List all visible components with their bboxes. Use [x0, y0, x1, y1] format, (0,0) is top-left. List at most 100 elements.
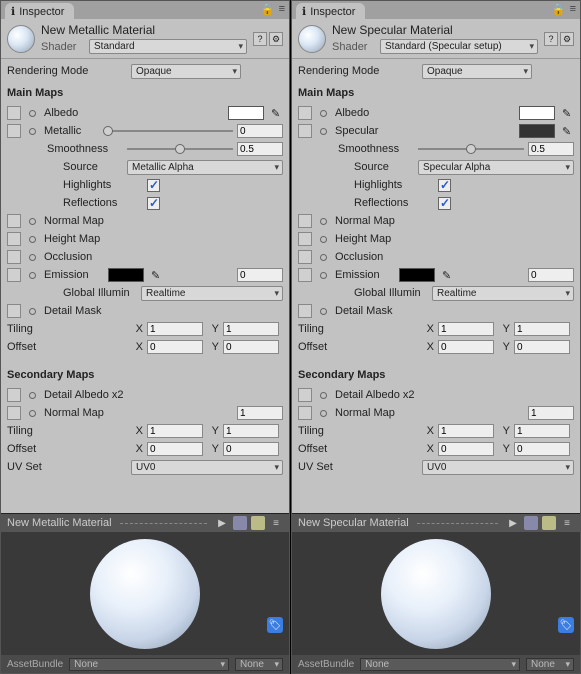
preview-viewport[interactable]: 🏷: [1, 532, 289, 655]
gi-dropdown[interactable]: Realtime: [141, 286, 283, 301]
height-picker-icon[interactable]: [320, 236, 327, 243]
eyedropper-icon[interactable]: ✎: [562, 107, 574, 119]
detailmask-texture-slot[interactable]: [7, 304, 21, 318]
detailmask-picker-icon[interactable]: [320, 308, 327, 315]
sec-tiling-x-field[interactable]: [147, 424, 203, 438]
reflections-checkbox[interactable]: [147, 197, 160, 210]
offset-x-field[interactable]: [438, 340, 494, 354]
height-texture-slot[interactable]: [298, 232, 312, 246]
offset-y-field[interactable]: [223, 340, 279, 354]
sec-tiling-y-field[interactable]: [514, 424, 570, 438]
highlights-checkbox[interactable]: [438, 179, 451, 192]
eyedropper-icon[interactable]: ✎: [151, 269, 163, 281]
emission-color-swatch[interactable]: [108, 268, 144, 282]
settings-gear-icon[interactable]: ⚙: [560, 32, 574, 46]
metallic-slider[interactable]: [108, 124, 233, 138]
tiling-x-field[interactable]: [147, 322, 203, 336]
height-texture-slot[interactable]: [7, 232, 21, 246]
help-button[interactable]: ?: [544, 32, 558, 46]
detail-albedo-texture-slot[interactable]: [7, 388, 21, 402]
source-dropdown[interactable]: Metallic Alpha: [127, 160, 283, 175]
albedo-texture-slot[interactable]: [298, 106, 312, 120]
albedo-picker-icon[interactable]: [29, 110, 36, 117]
metallic-picker-icon[interactable]: [29, 128, 36, 135]
help-button[interactable]: ?: [253, 32, 267, 46]
offset-y-field[interactable]: [514, 340, 570, 354]
emission-texture-slot[interactable]: [298, 268, 312, 282]
eyedropper-icon[interactable]: ✎: [271, 107, 283, 119]
height-picker-icon[interactable]: [29, 236, 36, 243]
inspector-tab[interactable]: ℹ Inspector: [296, 3, 365, 19]
context-menu-icon[interactable]: ≡: [570, 3, 576, 16]
tiling-y-field[interactable]: [223, 322, 279, 336]
gi-dropdown[interactable]: Realtime: [432, 286, 574, 301]
occlusion-texture-slot[interactable]: [298, 250, 312, 264]
eyedropper-icon[interactable]: ✎: [562, 125, 574, 137]
preview-menu-icon[interactable]: ≡: [269, 516, 283, 530]
sec-normal-picker-icon[interactable]: [29, 410, 36, 417]
detailmask-texture-slot[interactable]: [298, 304, 312, 318]
source-dropdown[interactable]: Specular Alpha: [418, 160, 574, 175]
albedo-color-swatch[interactable]: [519, 106, 555, 120]
smoothness-value-field[interactable]: [237, 142, 283, 156]
settings-gear-icon[interactable]: ⚙: [269, 32, 283, 46]
play-icon[interactable]: ▶: [215, 516, 229, 530]
assetbundle-dropdown[interactable]: None: [360, 658, 520, 671]
light-icon[interactable]: [542, 516, 556, 530]
context-menu-icon[interactable]: ≡: [279, 3, 285, 16]
offset-x-field[interactable]: [147, 340, 203, 354]
metallic-texture-slot[interactable]: [7, 124, 21, 138]
sec-offset-y-field[interactable]: [514, 442, 570, 456]
smoothness-slider[interactable]: [418, 142, 524, 156]
detail-albedo-picker-icon[interactable]: [320, 392, 327, 399]
assetbundle-variant-dropdown[interactable]: None: [235, 658, 283, 671]
sec-offset-x-field[interactable]: [147, 442, 203, 456]
material-name[interactable]: New Metallic Material: [41, 23, 247, 37]
sec-normal-picker-icon[interactable]: [320, 410, 327, 417]
eyedropper-icon[interactable]: ✎: [442, 269, 454, 281]
lock-icon[interactable]: 🔒: [552, 3, 566, 16]
detail-albedo-texture-slot[interactable]: [298, 388, 312, 402]
sec-offset-y-field[interactable]: [223, 442, 279, 456]
tiling-x-field[interactable]: [438, 322, 494, 336]
sec-tiling-x-field[interactable]: [438, 424, 494, 438]
sec-offset-x-field[interactable]: [438, 442, 494, 456]
inspector-tab[interactable]: ℹ Inspector: [5, 3, 74, 19]
emission-picker-icon[interactable]: [29, 272, 36, 279]
normal-picker-icon[interactable]: [29, 218, 36, 225]
albedo-texture-slot[interactable]: [7, 106, 21, 120]
reflections-checkbox[interactable]: [438, 197, 451, 210]
emission-picker-icon[interactable]: [320, 272, 327, 279]
sec-normal-value-field[interactable]: [237, 406, 283, 420]
occlusion-texture-slot[interactable]: [7, 250, 21, 264]
sec-normal-value-field[interactable]: [528, 406, 574, 420]
normal-texture-slot[interactable]: [298, 214, 312, 228]
emission-value-field[interactable]: [237, 268, 283, 282]
smoothness-value-field[interactable]: [528, 142, 574, 156]
uvset-dropdown[interactable]: UV0: [422, 460, 574, 475]
emission-color-swatch[interactable]: [399, 268, 435, 282]
specular-picker-icon[interactable]: [320, 128, 327, 135]
sec-tiling-y-field[interactable]: [223, 424, 279, 438]
specular-color-swatch[interactable]: [519, 124, 555, 138]
uvset-dropdown[interactable]: UV0: [131, 460, 283, 475]
tag-icon[interactable]: 🏷: [267, 617, 283, 633]
normal-texture-slot[interactable]: [7, 214, 21, 228]
assetbundle-variant-dropdown[interactable]: None: [526, 658, 574, 671]
emission-texture-slot[interactable]: [7, 268, 21, 282]
preview-drag-handle[interactable]: [120, 523, 207, 524]
preview-drag-handle[interactable]: [417, 523, 498, 524]
shader-dropdown[interactable]: Standard (Specular setup): [380, 39, 538, 54]
preview-menu-icon[interactable]: ≡: [560, 516, 574, 530]
tag-icon[interactable]: 🏷: [558, 617, 574, 633]
play-icon[interactable]: ▶: [506, 516, 520, 530]
sphere-shape-icon[interactable]: [233, 516, 247, 530]
rendering-mode-dropdown[interactable]: Opaque: [131, 64, 241, 79]
light-icon[interactable]: [251, 516, 265, 530]
occlusion-picker-icon[interactable]: [29, 254, 36, 261]
material-name[interactable]: New Specular Material: [332, 23, 538, 37]
lock-icon[interactable]: 🔒: [261, 3, 275, 16]
smoothness-slider[interactable]: [127, 142, 233, 156]
rendering-mode-dropdown[interactable]: Opaque: [422, 64, 532, 79]
detail-albedo-picker-icon[interactable]: [29, 392, 36, 399]
